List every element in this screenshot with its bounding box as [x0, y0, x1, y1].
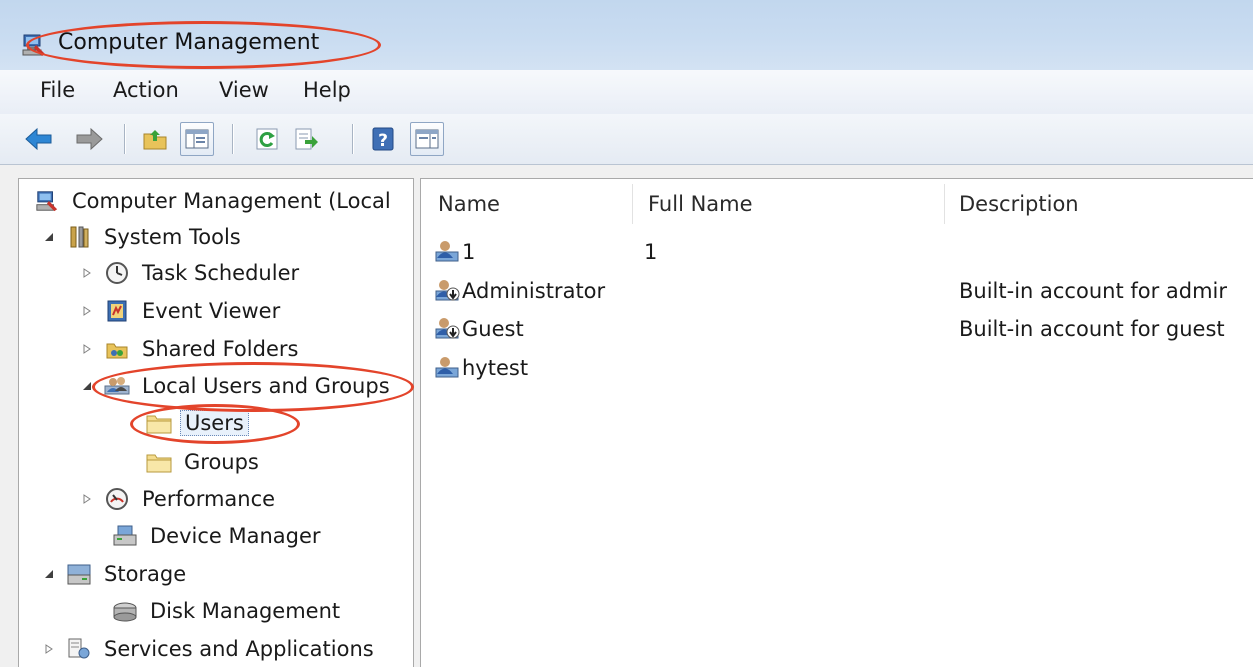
collapsed-arrow-icon[interactable] — [42, 642, 56, 656]
up-folder-button[interactable] — [138, 122, 172, 156]
tree-item-label: Users — [180, 410, 249, 436]
tree-item-label: Task Scheduler — [142, 261, 300, 285]
expanded-arrow-icon[interactable] — [42, 567, 56, 581]
menu-file[interactable]: File — [38, 78, 77, 102]
window-title: Computer Management — [58, 30, 320, 55]
tree-item-device-manager[interactable]: Device Manager — [112, 519, 325, 553]
event-viewer-icon — [104, 298, 130, 324]
tree-item-task-scheduler[interactable]: Task Scheduler — [80, 256, 303, 290]
list-row-hytest[interactable] — [420, 352, 1253, 388]
tree-item-label: Shared Folders — [142, 337, 299, 361]
tree-item-system-tools[interactable]: System Tools — [42, 220, 245, 254]
show-hide-action-pane-button[interactable] — [410, 122, 444, 156]
expanded-arrow-icon[interactable] — [80, 379, 94, 393]
tree-item-label: System Tools — [104, 225, 241, 249]
tree-item-label: Computer Management (Local — [72, 189, 391, 213]
help-button[interactable]: ? — [366, 122, 400, 156]
back-arrow-icon — [25, 127, 52, 151]
folder-icon — [146, 449, 172, 475]
cell-description: Built-in account for admir — [959, 279, 1228, 303]
cell-name: 1 — [462, 240, 476, 264]
clock-icon — [104, 260, 130, 286]
device-manager-icon — [112, 523, 138, 549]
tree-item-label: Services and Applications — [104, 637, 374, 661]
computer-management-icon — [34, 188, 60, 214]
system-tools-icon — [66, 224, 92, 250]
column-header-full-name[interactable]: Full Name — [648, 192, 753, 216]
storage-icon — [66, 561, 92, 587]
cell-name: Administrator — [462, 279, 606, 303]
tree-item-disk-management[interactable]: Disk Management — [112, 594, 344, 628]
column-header-name[interactable]: Name — [438, 192, 500, 216]
console-tree-icon — [185, 129, 209, 149]
column-divider[interactable] — [632, 184, 633, 224]
export-list-button[interactable] — [289, 122, 323, 156]
folder-up-icon — [143, 130, 167, 150]
action-pane-icon — [415, 129, 439, 149]
computer-management-window: Computer Management File Action View Hel… — [0, 0, 1253, 667]
cell-description: Built-in account for guest — [959, 317, 1225, 341]
tree-item-shared-folders[interactable]: Shared Folders — [80, 332, 302, 366]
menu-help[interactable]: Help — [301, 78, 353, 102]
cell-name: hytest — [462, 356, 529, 380]
cell-name: Guest — [462, 317, 524, 341]
collapsed-arrow-icon[interactable] — [80, 266, 94, 280]
performance-gauge-icon — [104, 486, 130, 512]
forward-arrow-icon — [76, 127, 103, 151]
tree-item-performance[interactable]: Performance — [80, 482, 279, 516]
refresh-icon — [256, 128, 278, 150]
menu-action[interactable]: Action — [111, 78, 181, 102]
toolbar-separator — [352, 124, 353, 154]
user-icon — [435, 357, 459, 378]
tree-item-storage[interactable]: Storage — [42, 557, 190, 591]
toolbar-separator — [232, 124, 233, 154]
tree-item-event-viewer[interactable]: Event Viewer — [80, 294, 284, 328]
column-header-description[interactable]: Description — [959, 192, 1079, 216]
tree-item-services-and-applications[interactable]: Services and Applications — [42, 632, 378, 666]
tree-item-label: Storage — [104, 562, 187, 586]
user-disabled-icon — [435, 318, 460, 339]
tree-item-users[interactable]: Users — [146, 406, 249, 440]
collapsed-arrow-icon[interactable] — [80, 342, 94, 356]
tree-item-label: Local Users and Groups — [142, 374, 390, 398]
tree-item-groups[interactable]: Groups — [146, 445, 263, 479]
export-icon — [295, 128, 318, 150]
help-icon: ? — [372, 127, 394, 151]
collapsed-arrow-icon[interactable] — [80, 492, 94, 506]
column-divider[interactable] — [944, 184, 945, 224]
tree-item-label: Groups — [184, 450, 259, 474]
user-disabled-icon — [435, 280, 460, 301]
svg-text:?: ? — [378, 131, 388, 151]
forward-button[interactable] — [72, 122, 106, 156]
tree-item-computer-management[interactable]: Computer Management (Local — [34, 184, 395, 218]
list-row-1[interactable] — [420, 236, 1253, 272]
shared-folders-icon — [104, 336, 130, 362]
show-hide-console-tree-button[interactable] — [180, 122, 214, 156]
user-icon — [435, 241, 459, 262]
expanded-arrow-icon[interactable] — [42, 230, 56, 244]
disk-icon — [112, 598, 138, 624]
computer-management-icon — [22, 34, 45, 56]
menu-bar — [0, 70, 1253, 115]
collapsed-arrow-icon[interactable] — [80, 304, 94, 318]
menu-view[interactable]: View — [217, 78, 271, 102]
tree-item-label: Device Manager — [150, 524, 321, 548]
users-group-icon — [104, 373, 130, 399]
services-icon — [66, 636, 92, 662]
toolbar-separator — [124, 124, 125, 154]
tree-item-label: Event Viewer — [142, 299, 281, 323]
refresh-button[interactable] — [250, 122, 284, 156]
tree-item-label: Performance — [142, 487, 276, 511]
tree-item-local-users-and-groups[interactable]: Local Users and Groups — [80, 369, 394, 403]
folder-icon — [146, 410, 172, 436]
tree-item-label: Disk Management — [150, 599, 341, 623]
back-button[interactable] — [22, 122, 56, 156]
cell-full-name: 1 — [644, 240, 658, 264]
